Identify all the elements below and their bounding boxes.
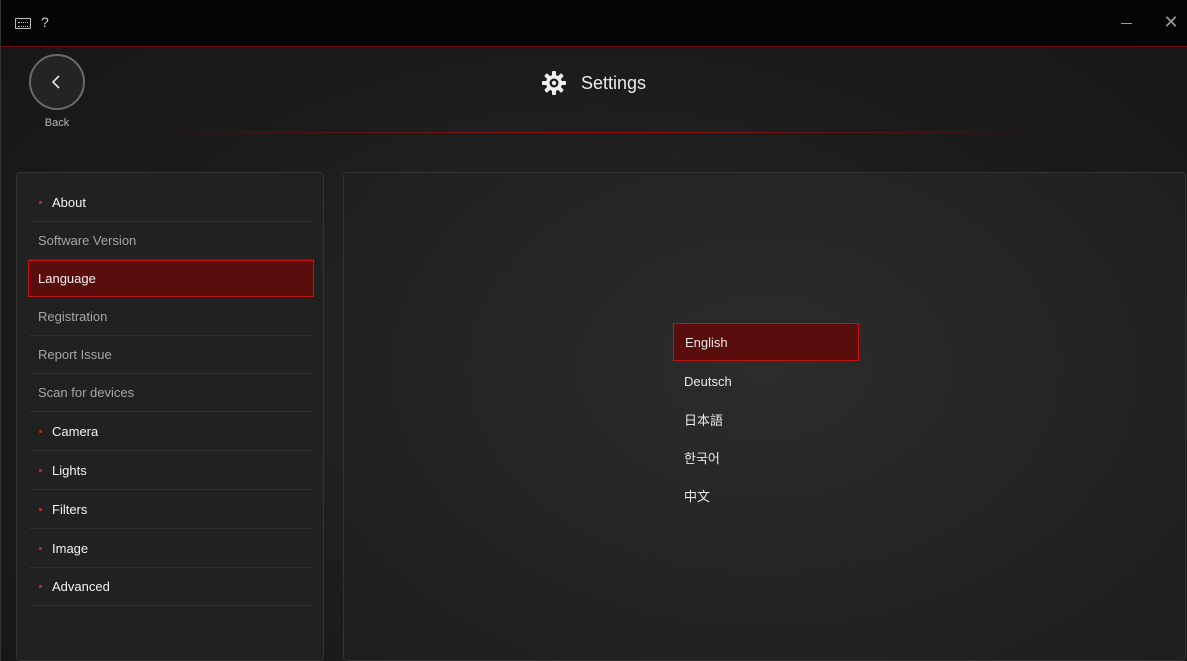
keyboard-icon[interactable] bbox=[15, 18, 31, 29]
language-option-english[interactable]: English bbox=[673, 323, 859, 361]
sidebar-item-software-version[interactable]: Software Version bbox=[29, 222, 314, 260]
sidebar-item-filters[interactable]: Filters bbox=[29, 491, 314, 529]
language-option-korean[interactable]: 한국어 bbox=[673, 438, 859, 476]
minimize-button[interactable] bbox=[1121, 23, 1132, 24]
sidebar-item-label: Registration bbox=[38, 309, 108, 324]
language-option-chinese[interactable]: 中文 bbox=[673, 476, 859, 514]
title-bar: ? ✕ bbox=[1, 0, 1187, 47]
settings-window: ? ✕ Back Settings About Software Version… bbox=[0, 0, 1187, 661]
language-panel: English Deutsch 日本語 한국어 中文 bbox=[343, 172, 1186, 661]
sidebar-item-label: Scan for devices bbox=[38, 385, 135, 400]
bullet-icon bbox=[39, 201, 42, 204]
sidebar-item-label: Filters bbox=[52, 502, 88, 517]
sidebar-item-lights[interactable]: Lights bbox=[29, 452, 314, 490]
bullet-icon bbox=[39, 547, 42, 550]
sidebar-item-label: About bbox=[52, 195, 86, 210]
sidebar-item-scan-for-devices[interactable]: Scan for devices bbox=[29, 374, 314, 412]
chevron-left-icon bbox=[51, 75, 60, 89]
page-title-text: Settings bbox=[581, 72, 647, 93]
sidebar-item-image[interactable]: Image bbox=[29, 530, 314, 568]
page-title: Settings bbox=[541, 68, 646, 98]
language-option-label: 日本語 bbox=[684, 412, 724, 428]
sidebar-item-advanced[interactable]: Advanced bbox=[29, 568, 314, 606]
sidebar-item-camera[interactable]: Camera bbox=[29, 413, 314, 451]
language-option-label: English bbox=[685, 334, 728, 350]
settings-sidebar: About Software Version Language Registra… bbox=[16, 172, 324, 661]
sidebar-item-label: Report Issue bbox=[38, 347, 112, 362]
back-button[interactable] bbox=[29, 54, 85, 110]
bullet-icon bbox=[39, 469, 42, 472]
language-option-label: 中文 bbox=[684, 488, 711, 504]
bullet-icon bbox=[39, 508, 42, 511]
bullet-icon bbox=[39, 585, 42, 588]
sidebar-item-label: Advanced bbox=[52, 579, 110, 594]
sidebar-item-label: Language bbox=[38, 271, 96, 286]
gear-icon bbox=[542, 71, 566, 95]
close-button[interactable]: ✕ bbox=[1161, 12, 1181, 32]
sidebar-item-registration[interactable]: Registration bbox=[29, 298, 314, 336]
sidebar-item-about[interactable]: About bbox=[29, 184, 314, 222]
sidebar-item-label: Software Version bbox=[38, 233, 137, 248]
sidebar-item-report-issue[interactable]: Report Issue bbox=[29, 336, 314, 374]
sidebar-item-label: Image bbox=[52, 541, 89, 556]
sidebar-item-language[interactable]: Language bbox=[28, 260, 314, 297]
back-label: Back bbox=[44, 117, 70, 129]
sidebar-item-label: Camera bbox=[52, 424, 99, 439]
help-button[interactable]: ? bbox=[41, 14, 49, 30]
language-option-japanese[interactable]: 日本語 bbox=[673, 400, 859, 438]
language-option-label: 한국어 bbox=[684, 450, 720, 466]
sidebar-item-label: Lights bbox=[52, 463, 87, 478]
header-divider bbox=[151, 132, 1056, 133]
language-option-deutsch[interactable]: Deutsch bbox=[673, 362, 859, 400]
language-option-label: Deutsch bbox=[684, 373, 732, 389]
bullet-icon bbox=[39, 430, 42, 433]
